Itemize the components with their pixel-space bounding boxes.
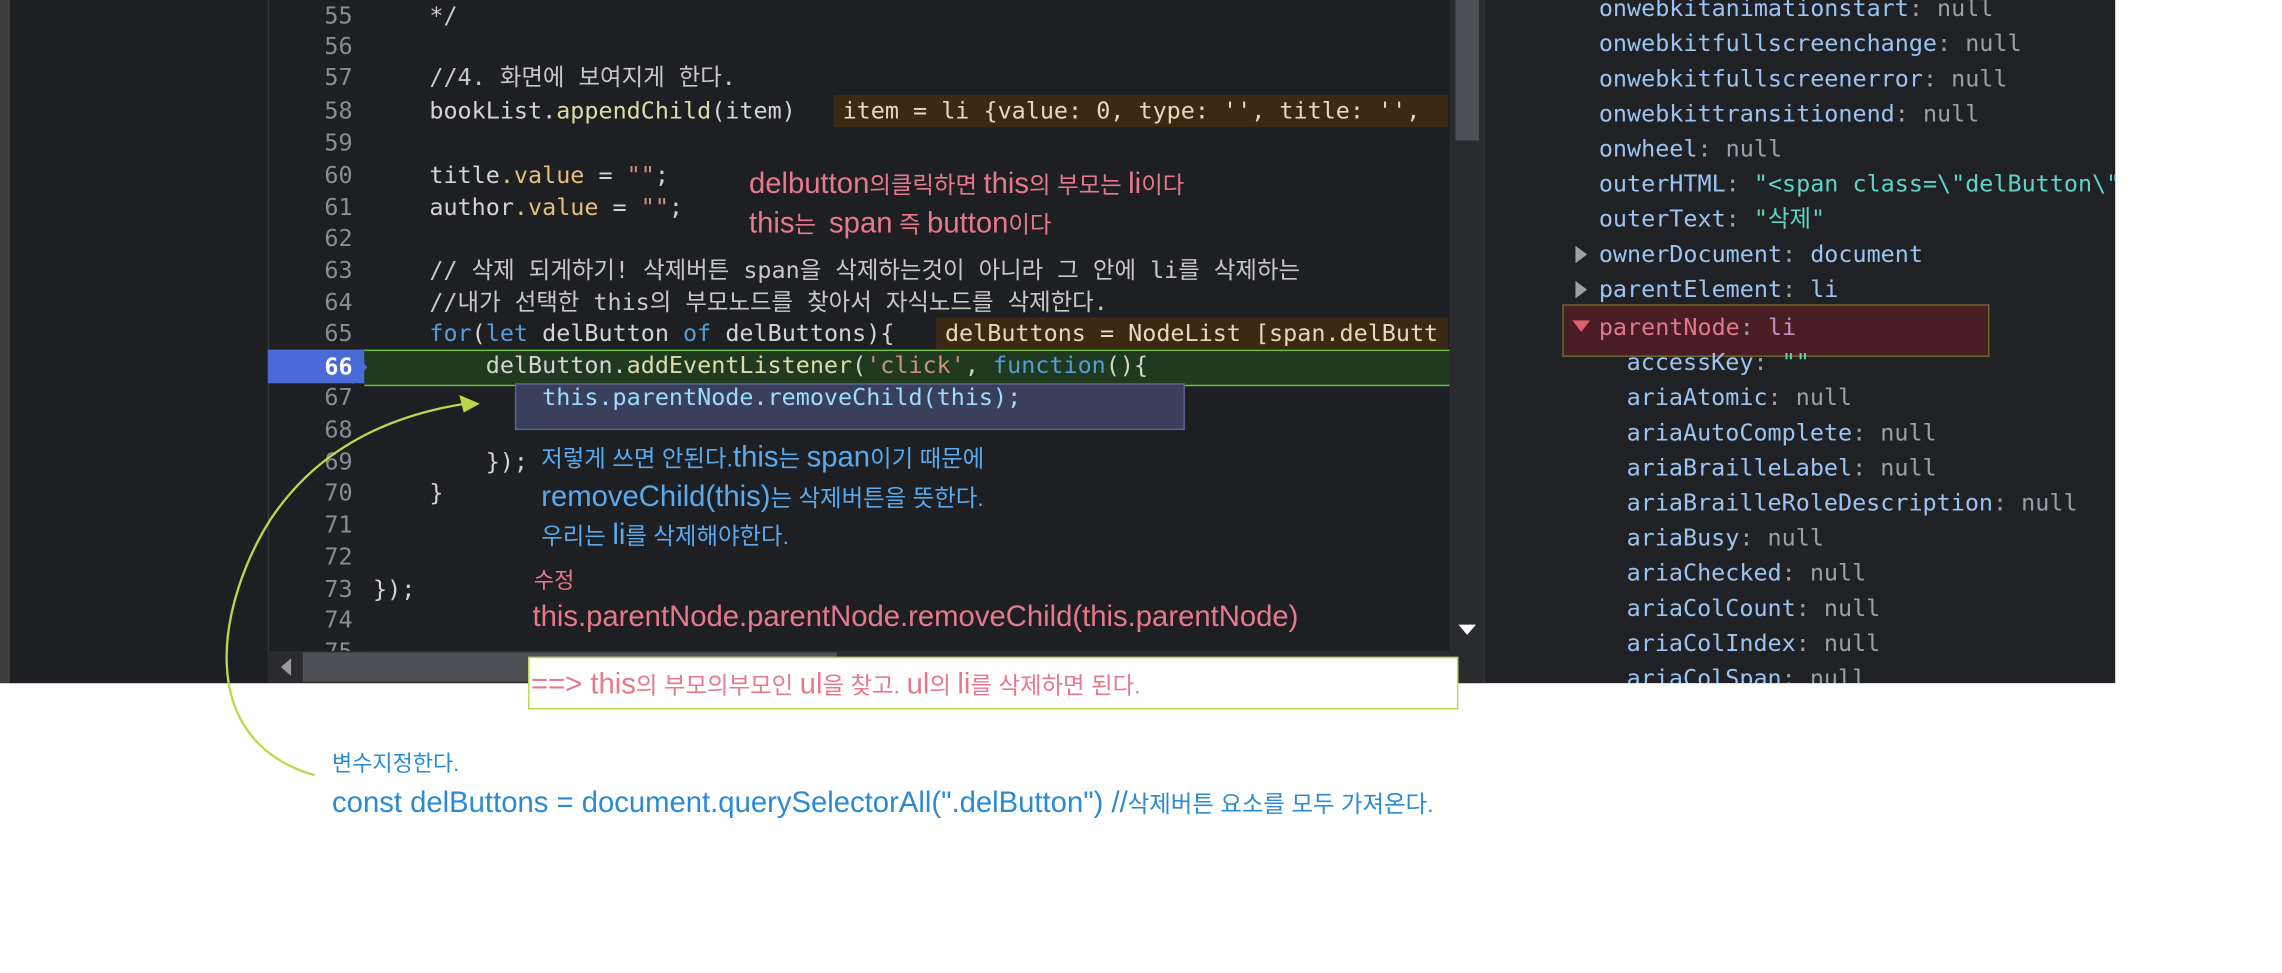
arrow-curve [225, 402, 466, 777]
arrow-head-icon [459, 394, 480, 413]
annotation-arrow [225, 394, 480, 777]
